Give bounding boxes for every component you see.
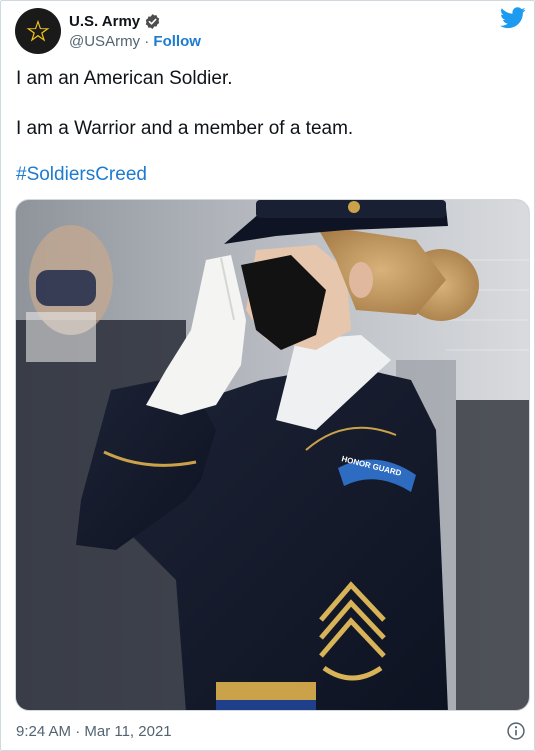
tweet-header: U.S. Army @USArmy · Follow [15,7,201,55]
tweet-line-2: I am a Warrior and a member of a team. [16,118,354,139]
army-star-icon [21,14,55,48]
author-handle[interactable]: @USArmy [69,33,140,50]
info-icon[interactable] [506,721,526,741]
author-block: U.S. Army @USArmy · Follow [69,12,201,51]
follow-button[interactable]: Follow [153,33,201,50]
hashtag-link[interactable]: #SoldiersCreed [16,163,147,187]
tweet-line-1: I am an American Soldier. [16,68,233,89]
avatar[interactable] [15,8,61,54]
tweet-photo[interactable]: HONOR GUARD [15,199,530,711]
tweet-card: U.S. Army @USArmy · Follow I am an Ameri… [0,0,535,751]
separator: · [144,32,150,50]
author-display-name[interactable]: U.S. Army [69,12,140,31]
soldier-saluting-photo: HONOR GUARD [16,200,529,710]
tweet-timestamp[interactable]: 9:24 AM · Mar 11, 2021 [16,722,172,742]
verified-badge-icon [145,13,160,29]
twitter-bird-icon[interactable] [500,7,526,29]
handle-row: @USArmy · Follow [69,32,201,51]
